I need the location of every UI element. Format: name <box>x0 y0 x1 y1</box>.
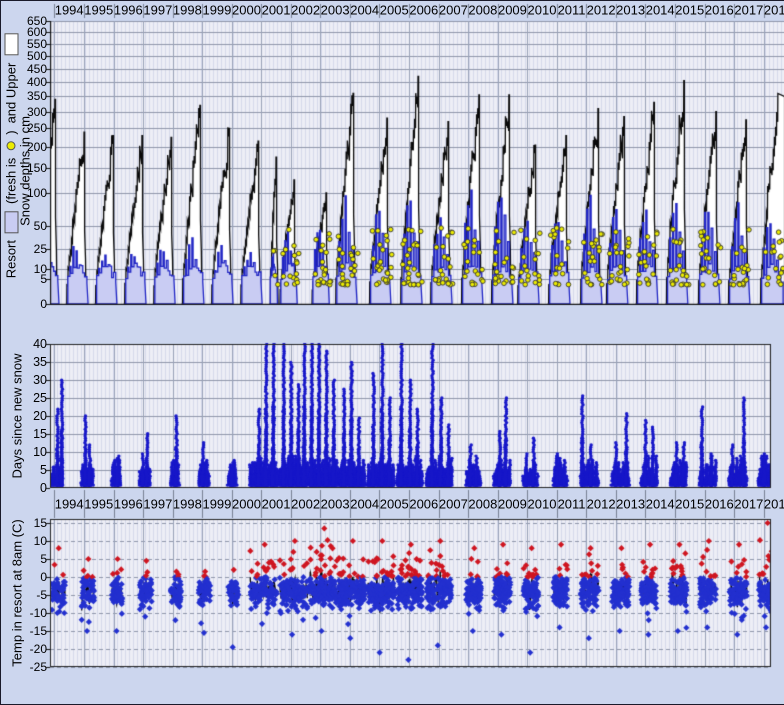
top-year-label-2007: 2007 <box>439 3 468 18</box>
mid-year-label-2018: 2018 <box>764 497 784 512</box>
top-year-label-1994: 1994 <box>55 3 84 18</box>
p1-ytick-150: 150 <box>3 161 47 175</box>
top-year-label-2004: 2004 <box>350 3 379 18</box>
mid-year-label-2002: 2002 <box>291 497 320 512</box>
p2-ytick-15: 15 <box>3 427 47 441</box>
p1-ytick-200: 200 <box>3 140 47 154</box>
top-year-label-1998: 1998 <box>173 3 202 18</box>
top-year-label-2017: 2017 <box>734 3 763 18</box>
p1-ytick-0: 0 <box>3 297 47 311</box>
p3-ytick-0: 0 <box>3 570 47 584</box>
p1-ytick-300: 300 <box>3 105 47 119</box>
mid-year-label-1995: 1995 <box>84 497 113 512</box>
p1-ytick-450: 450 <box>3 62 47 76</box>
top-year-label-2014: 2014 <box>646 3 675 18</box>
top-year-label-2010: 2010 <box>528 3 557 18</box>
top-year-label-1999: 1999 <box>202 3 231 18</box>
p3-ytick--20: -20 <box>3 642 47 656</box>
p2-ytick-5: 5 <box>3 463 47 477</box>
mid-year-label-2001: 2001 <box>262 497 291 512</box>
mid-year-label-2015: 2015 <box>675 497 704 512</box>
mid-year-label-2012: 2012 <box>587 497 616 512</box>
mid-year-label-2010: 2010 <box>528 497 557 512</box>
p3-ytick--15: -15 <box>3 624 47 638</box>
top-year-label-2013: 2013 <box>616 3 645 18</box>
mid-year-label-2009: 2009 <box>498 497 527 512</box>
mid-year-label-2004: 2004 <box>350 497 379 512</box>
top-year-label-2002: 2002 <box>291 3 320 18</box>
mid-year-label-2014: 2014 <box>646 497 675 512</box>
p1-ytick-400: 400 <box>3 75 47 89</box>
top-year-label-2001: 2001 <box>262 3 291 18</box>
p2-ytick-20: 20 <box>3 409 47 423</box>
mid-year-label-2007: 2007 <box>439 497 468 512</box>
mid-year-label-2005: 2005 <box>380 497 409 512</box>
top-year-label-1995: 1995 <box>84 3 113 18</box>
top-year-label-2015: 2015 <box>675 3 704 18</box>
top-year-label-2005: 2005 <box>380 3 409 18</box>
p3-ytick-15: 15 <box>3 516 47 530</box>
mid-year-label-2013: 2013 <box>616 497 645 512</box>
p3-ytick--25: -25 <box>3 660 47 674</box>
mid-year-label-2000: 2000 <box>232 497 261 512</box>
mid-year-label-2017: 2017 <box>734 497 763 512</box>
top-year-label-2006: 2006 <box>409 3 438 18</box>
mid-year-label-1998: 1998 <box>173 497 202 512</box>
p1-ytick-100: 100 <box>3 186 47 200</box>
top-year-label-2008: 2008 <box>468 3 497 18</box>
top-year-label-2016: 2016 <box>705 3 734 18</box>
p2-ytick-30: 30 <box>3 373 47 387</box>
p3-ytick-5: 5 <box>3 552 47 566</box>
p1-ytick-250: 250 <box>3 121 47 135</box>
mid-year-label-1997: 1997 <box>143 497 172 512</box>
p2-ytick-35: 35 <box>3 355 47 369</box>
mid-year-label-2003: 2003 <box>321 497 350 512</box>
p3-ytick--10: -10 <box>3 606 47 620</box>
top-year-label-2011: 2011 <box>558 3 586 18</box>
top-year-label-2009: 2009 <box>498 3 527 18</box>
p1-ytick-50: 50 <box>3 219 47 233</box>
mid-year-label-2006: 2006 <box>409 497 438 512</box>
mid-year-label-1994: 1994 <box>55 497 84 512</box>
p2-ytick-40: 40 <box>3 337 47 351</box>
p1-ytick-5: 5 <box>3 272 47 286</box>
mid-year-label-2016: 2016 <box>705 497 734 512</box>
top-year-label-1996: 1996 <box>114 3 143 18</box>
top-year-label-1997: 1997 <box>143 3 172 18</box>
mid-year-label-1996: 1996 <box>114 497 143 512</box>
mid-year-label-2011: 2011 <box>558 497 586 512</box>
top-year-label-2012: 2012 <box>587 3 616 18</box>
mid-year-label-1999: 1999 <box>202 497 231 512</box>
mid-year-label-2008: 2008 <box>468 497 497 512</box>
top-year-label-2003: 2003 <box>321 3 350 18</box>
p2-ytick-10: 10 <box>3 445 47 459</box>
p1-ytick-25: 25 <box>3 242 47 256</box>
snow-history-chart: Resort (fresh is ) and Upper Snow depths… <box>0 0 784 705</box>
p3-ytick--5: -5 <box>3 588 47 602</box>
p1-ytick-350: 350 <box>3 89 47 103</box>
p3-ytick-10: 10 <box>3 534 47 548</box>
p2-ytick-0: 0 <box>3 481 47 495</box>
top-year-label-2018: 2018 <box>764 3 784 18</box>
p2-ytick-25: 25 <box>3 391 47 405</box>
chart-canvas <box>1 1 784 704</box>
top-year-label-2000: 2000 <box>232 3 261 18</box>
